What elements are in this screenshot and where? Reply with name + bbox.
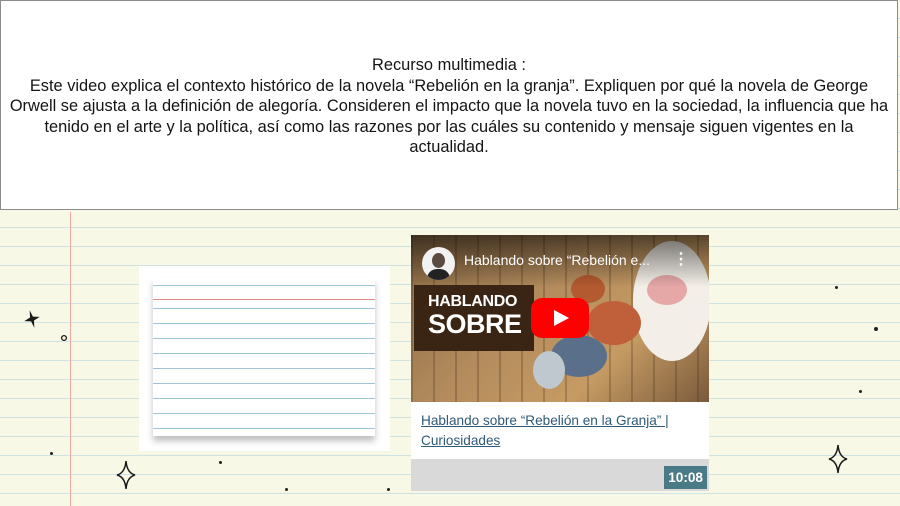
video-thumbnail[interactable]: Hablando sobre “Rebelión e... ⋮ HABLANDO…	[411, 235, 709, 402]
instruction-heading: Recurso multimedia :	[372, 56, 526, 74]
index-card-red-line	[153, 299, 375, 300]
more-vert-icon[interactable]: ⋮	[673, 252, 689, 268]
decorative-dot	[874, 327, 878, 331]
play-button[interactable]	[531, 298, 589, 338]
thumbnail-brand-panel: HABLANDO SOBRE	[414, 285, 534, 351]
sparkle-outline-icon-right	[828, 444, 848, 474]
sparkle-icon	[24, 310, 40, 328]
video-title-link[interactable]: Hablando sobre “Rebelión en la Granja” |…	[421, 411, 701, 451]
small-circle-icon	[60, 334, 68, 342]
video-footer-bar: 10:08	[411, 459, 709, 491]
decorative-dot	[285, 488, 288, 491]
decorative-dot	[835, 286, 838, 289]
decorative-dot	[50, 452, 53, 455]
goose-illustration	[533, 351, 565, 389]
instruction-text-box: Recurso multimedia : Este video explica …	[0, 0, 898, 210]
notebook-margin-line	[70, 212, 71, 506]
video-embed-card[interactable]: Hablando sobre “Rebelión e... ⋮ HABLANDO…	[411, 235, 709, 491]
decorative-dot	[219, 461, 222, 464]
video-duration-badge: 10:08	[664, 466, 707, 489]
index-card-image	[139, 266, 390, 451]
index-card	[153, 278, 375, 436]
instruction-body: Este video explica el contexto histórico…	[9, 76, 889, 157]
channel-avatar-icon[interactable]	[422, 247, 455, 280]
thumbnail-text-line2: SOBRE	[428, 309, 522, 339]
decorative-dot	[387, 488, 390, 491]
decorative-dot	[859, 390, 862, 393]
sparkle-outline-icon	[116, 460, 136, 490]
video-overlay-title[interactable]: Hablando sobre “Rebelión e...	[464, 252, 664, 268]
